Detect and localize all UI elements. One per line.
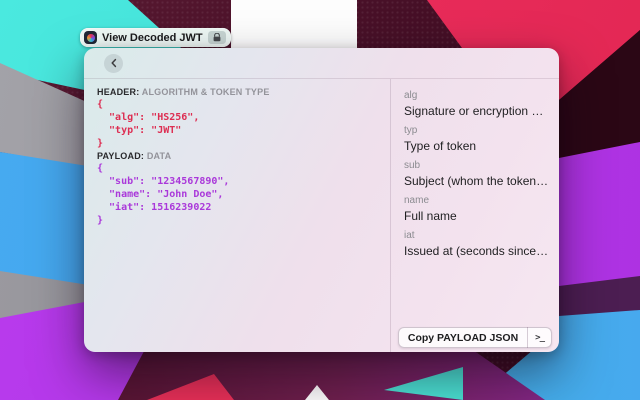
- decoded-jwt-window: HEADER: ALGORITHM & TOKEN TYPE { "alg": …: [84, 48, 559, 352]
- back-button[interactable]: [104, 54, 123, 73]
- claim-description: Signature or encryption algorithm: [404, 104, 549, 118]
- claims-panel: alg Signature or encryption algorithm ty…: [391, 79, 559, 352]
- claim-key: name: [404, 196, 549, 206]
- code-line: "name": "John Doe",: [97, 188, 380, 201]
- window-header: [84, 48, 559, 79]
- claim-description: Issued at (seconds since Unix epo...: [404, 244, 549, 258]
- claim-key: alg: [404, 91, 549, 101]
- claim-key: typ: [404, 126, 549, 136]
- code-line: "iat": 1516239022: [97, 201, 380, 214]
- code-panel: HEADER: ALGORITHM & TOKEN TYPE { "alg": …: [84, 79, 390, 352]
- code-line: "sub": "1234567890",: [97, 175, 380, 188]
- chevron-left-icon: [109, 58, 119, 68]
- section-subtitle: ALGORITHM & TOKEN TYPE: [142, 87, 270, 97]
- jwt-app-icon: [84, 31, 97, 44]
- code-line: {: [97, 162, 380, 175]
- code-line: }: [97, 214, 380, 227]
- header-section: HEADER: ALGORITHM & TOKEN TYPE { "alg": …: [97, 86, 380, 150]
- section-title: HEADER: ALGORITHM & TOKEN TYPE: [97, 86, 380, 98]
- claim-description: Full name: [404, 209, 549, 223]
- code-line: {: [97, 98, 380, 111]
- pill-label: View Decoded JWT: [102, 32, 203, 44]
- claim-description: Type of token: [404, 139, 549, 153]
- copy-payload-json-button[interactable]: Copy PAYLOAD JSON >_: [398, 327, 552, 348]
- section-title: PAYLOAD: DATA: [97, 150, 380, 162]
- code-line: "typ": "JWT": [97, 124, 380, 137]
- section-subtitle: DATA: [147, 151, 171, 161]
- code-line: }: [97, 137, 380, 150]
- claim-key: iat: [404, 231, 549, 241]
- desktop: View Decoded JWT HEADER: ALGORITHM & TOK…: [0, 0, 640, 400]
- terminal-prompt-icon: >_: [528, 333, 551, 343]
- view-decoded-jwt-pill[interactable]: View Decoded JWT: [80, 28, 231, 47]
- payload-section: PAYLOAD: DATA { "sub": "1234567890", "na…: [97, 150, 380, 227]
- code-line: "alg": "HS256",: [97, 111, 380, 124]
- claim-description: Subject (whom the token refers to): [404, 174, 549, 188]
- lock-icon: [208, 31, 226, 44]
- claim-key: sub: [404, 161, 549, 171]
- copy-button-label: Copy PAYLOAD JSON: [399, 332, 527, 344]
